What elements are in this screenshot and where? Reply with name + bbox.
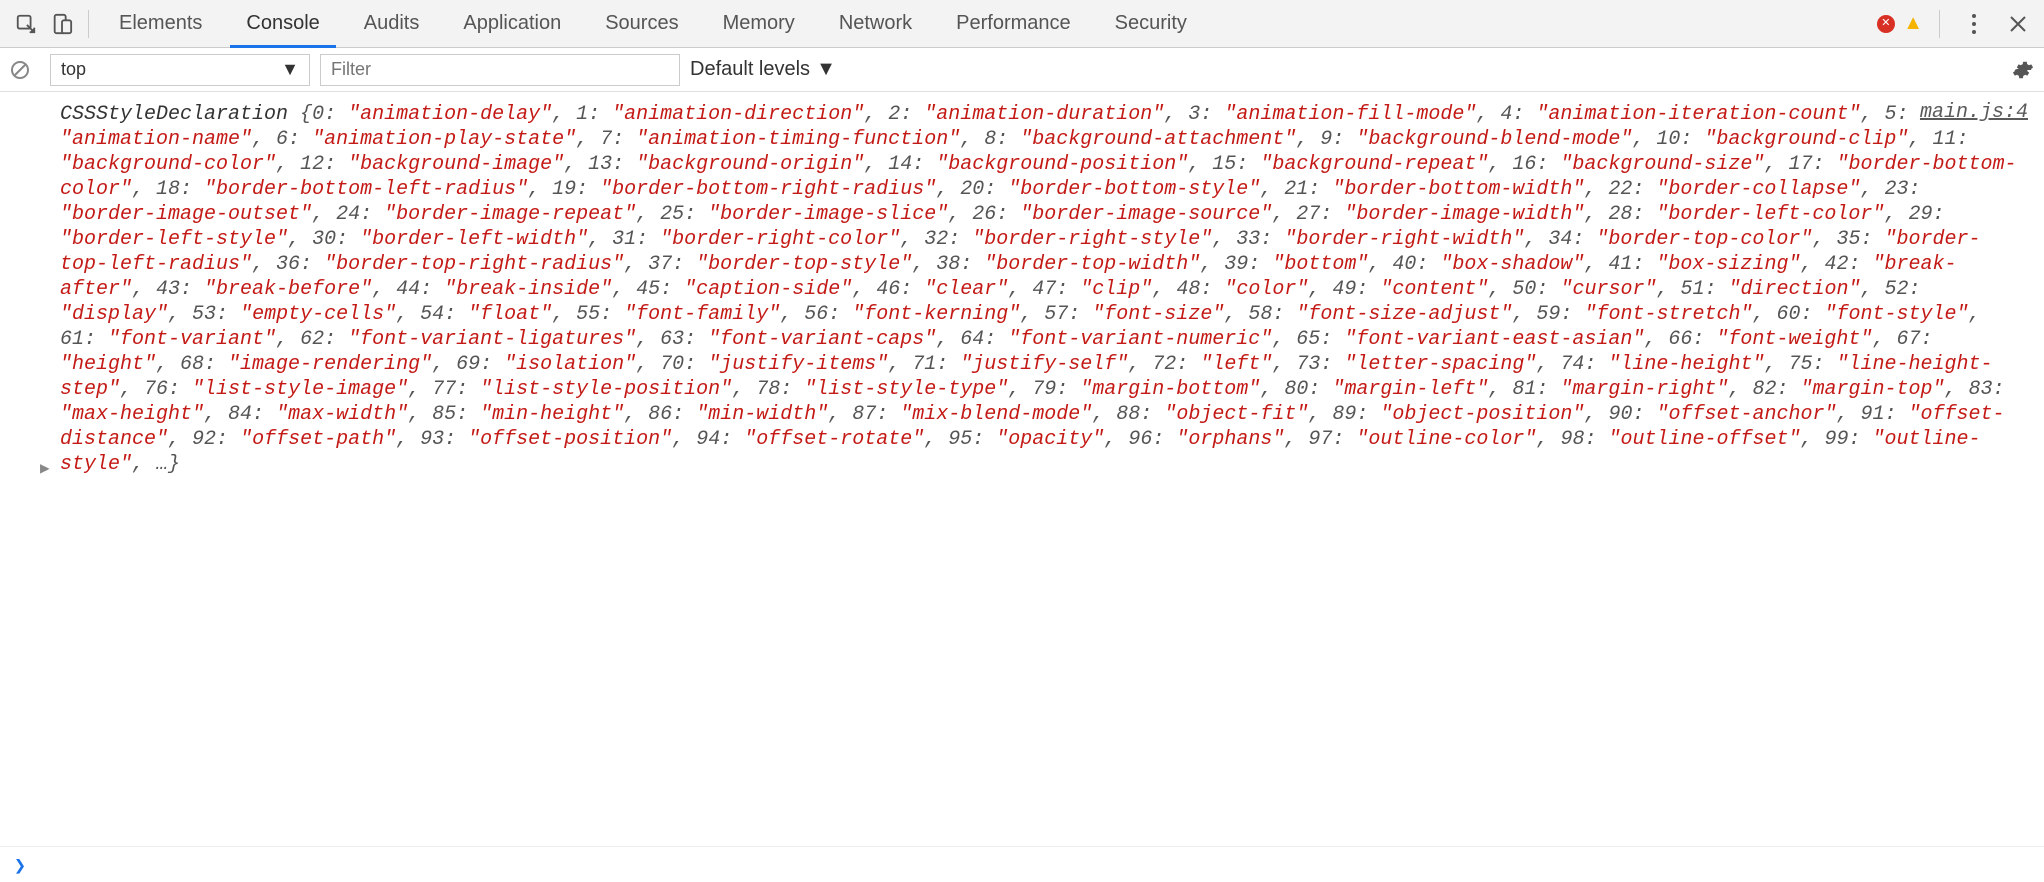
chevron-down-icon: ▼: [281, 59, 299, 80]
error-indicator-icon[interactable]: [1877, 15, 1895, 33]
console-toolbar: top ▼ Default levels ▼: [0, 48, 2044, 92]
inspect-element-icon[interactable]: [8, 6, 44, 42]
tab-divider: [1939, 10, 1940, 38]
tab-sources[interactable]: Sources: [583, 0, 700, 47]
console-log-entry[interactable]: CSSStyleDeclaration {0: "animation-delay…: [60, 102, 2028, 477]
devtools-tab-bar: ElementsConsoleAuditsApplicationSourcesM…: [0, 0, 2044, 48]
warning-indicator-icon[interactable]: ▲: [1903, 12, 1923, 35]
kebab-menu-icon[interactable]: [1956, 6, 1992, 42]
filter-input[interactable]: [320, 54, 680, 86]
console-settings-icon[interactable]: [2012, 59, 2034, 81]
levels-label: Default levels: [690, 58, 810, 81]
source-link[interactable]: main.js:4: [1920, 100, 2028, 125]
tab-application[interactable]: Application: [441, 0, 583, 47]
console-output: main.js:4 ▶ CSSStyleDeclaration {0: "ani…: [0, 92, 2044, 846]
chevron-down-icon: ▼: [816, 58, 836, 81]
tab-console[interactable]: Console: [224, 0, 341, 47]
tab-network[interactable]: Network: [817, 0, 934, 47]
tab-memory[interactable]: Memory: [701, 0, 817, 47]
context-label: top: [61, 59, 86, 80]
device-toolbar-icon[interactable]: [44, 6, 80, 42]
tab-audits[interactable]: Audits: [342, 0, 442, 47]
log-levels-selector[interactable]: Default levels ▼: [690, 58, 836, 81]
clear-console-icon[interactable]: [10, 60, 30, 80]
tab-elements[interactable]: Elements: [97, 0, 224, 47]
execution-context-selector[interactable]: top ▼: [50, 54, 310, 86]
expand-object-icon[interactable]: ▶: [40, 459, 50, 479]
tab-divider: [88, 10, 89, 38]
console-prompt[interactable]: ❯: [0, 846, 2044, 882]
prompt-chevron-icon: ❯: [14, 853, 26, 877]
close-devtools-icon[interactable]: [2000, 6, 2036, 42]
tab-performance[interactable]: Performance: [934, 0, 1093, 47]
panel-tabs: ElementsConsoleAuditsApplicationSourcesM…: [97, 0, 1209, 47]
tab-security[interactable]: Security: [1093, 0, 1209, 47]
